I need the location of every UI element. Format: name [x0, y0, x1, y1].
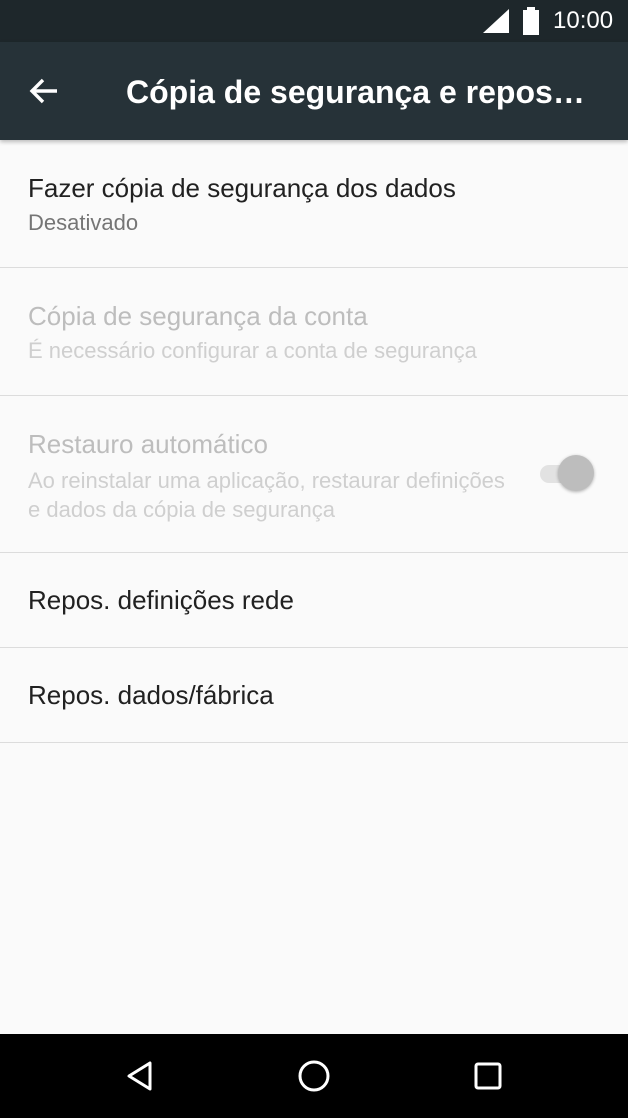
back-arrow-icon	[29, 78, 57, 104]
setting-title: Repos. dados/fábrica	[28, 680, 274, 710]
nav-back-icon	[127, 1061, 152, 1091]
setting-factory-reset[interactable]: Repos. dados/fábrica	[0, 648, 628, 743]
nav-recent-apps-icon	[474, 1062, 502, 1090]
nav-home-icon	[298, 1060, 330, 1092]
back-button[interactable]	[22, 69, 66, 113]
toggle-thumb	[558, 455, 594, 491]
setting-summary: É necessário configurar a conta de segur…	[28, 338, 477, 363]
battery-icon	[523, 7, 539, 35]
setting-reset-network[interactable]: Repos. definições rede	[0, 553, 628, 648]
signal-icon	[483, 9, 509, 33]
nav-recent-apps-button[interactable]	[462, 1050, 514, 1102]
setting-backup-account: Cópia de segurança da conta É necessário…	[0, 268, 628, 396]
setting-backup-data[interactable]: Fazer cópia de segurança dos dados Desat…	[0, 140, 628, 268]
nav-home-button[interactable]	[288, 1050, 340, 1102]
setting-title: Fazer cópia de segurança dos dados	[28, 173, 456, 203]
page-title: Cópia de segurança e repos…	[126, 74, 585, 110]
setting-title: Cópia de segurança da conta	[28, 301, 368, 331]
automatic-restore-toggle	[538, 455, 596, 493]
status-bar: 10:00	[0, 0, 628, 42]
setting-summary: Desativado	[28, 210, 139, 235]
app-bar: Cópia de segurança e repos…	[0, 42, 628, 140]
setting-title: Repos. definições rede	[28, 585, 294, 615]
setting-summary: Ao reinstalar uma aplicação, restaurar d…	[28, 468, 505, 522]
settings-list: Fazer cópia de segurança dos dados Desat…	[0, 140, 628, 743]
setting-title: Restauro automático	[28, 429, 268, 459]
nav-back-button[interactable]	[114, 1050, 166, 1102]
status-time: 10:00	[553, 7, 614, 34]
setting-automatic-restore: Restauro automático Ao reinstalar uma ap…	[0, 396, 628, 553]
navigation-bar	[0, 1034, 628, 1118]
